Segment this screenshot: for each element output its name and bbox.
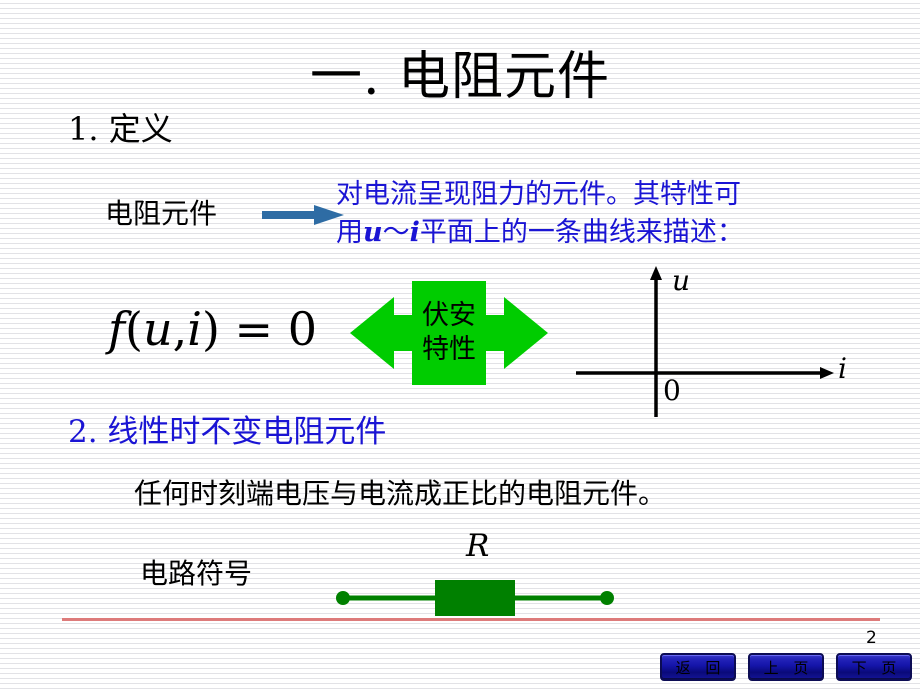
label-circuit-symbol: 电路符号 (140, 557, 253, 590)
page-title: 一. 电阻元件 (309, 47, 611, 107)
axis-label-u: u (672, 264, 691, 297)
definition-var-i: i (409, 217, 420, 248)
formula-characteristic: f(u,i) = 0 (108, 302, 317, 356)
navigation-bar: 返 回 上 页 下 页 (660, 653, 912, 683)
axis-label-origin: 0 (663, 374, 681, 407)
formula-open-paren: ( (125, 302, 143, 356)
definition-var-u: u (363, 217, 383, 248)
resistor-circuit-symbol (336, 580, 614, 616)
resistor-label-R: R (466, 528, 490, 564)
definition-line-1: 对电流呈现阻力的元件。其特性可 (336, 179, 741, 210)
formula-close-paren: ) (201, 302, 220, 356)
formula-equals-zero: = 0 (219, 302, 317, 356)
heading-definition: 1. 定义 (68, 110, 173, 148)
definition-line-2-prefix: 用 (336, 217, 363, 248)
definition-paragraph: 对电流呈现阻力的元件。其特性可 用u～i平面上的一条曲线来描述： (336, 176, 896, 252)
formula-f: f (108, 302, 126, 356)
label-resistor-element: 电阻元件 (105, 197, 218, 230)
heading-linear-time-invariant: 2. 线性时不变电阻元件 (68, 414, 387, 450)
formula-i: i (187, 302, 202, 356)
slide-canvas: 一. 电阻元件 1. 定义 电阻元件 对电流呈现阻力的元件。其特性可 用u～i平… (0, 0, 920, 690)
previous-page-button[interactable]: 上 页 (748, 653, 824, 681)
page-number: 2 (866, 628, 877, 648)
axis-label-i: i (838, 352, 847, 385)
formula-u: u (142, 302, 173, 356)
formula-comma: , (172, 302, 188, 356)
next-page-button[interactable]: 下 页 (836, 653, 912, 681)
back-button[interactable]: 返 回 (660, 653, 736, 681)
double-arrow-callout-shape (350, 281, 548, 385)
definition-tilde: ～ (382, 217, 410, 248)
definition-line-2-suffix: 平面上的一条曲线来描述： (419, 217, 744, 248)
pointer-arrow-icon (262, 205, 344, 225)
definition-line-2: 用u～i平面上的一条曲线来描述： (336, 214, 896, 252)
body-proportional-statement: 任何时刻端电压与电流成正比的电阻元件。 (134, 477, 667, 510)
ui-plane-axes-diagram (576, 266, 834, 417)
divider-line (62, 618, 880, 621)
